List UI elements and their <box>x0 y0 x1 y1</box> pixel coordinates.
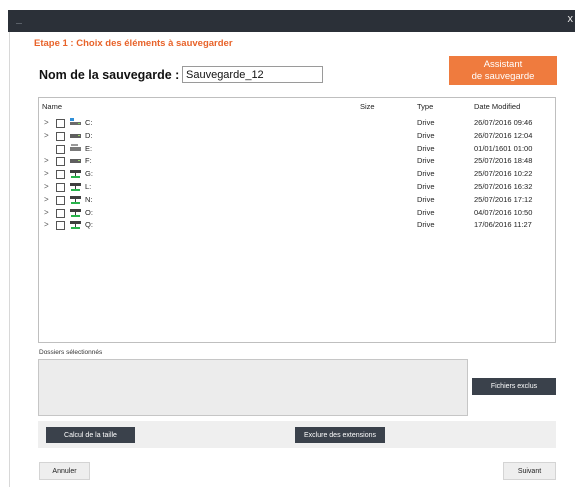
table-row[interactable]: > N: Drive 25/07/2016 17:12 <box>39 194 555 207</box>
expand-chevron-icon[interactable]: > <box>44 182 49 191</box>
table-row[interactable]: > D: Drive 26/07/2016 12:04 <box>39 130 555 143</box>
expand-chevron-icon[interactable]: > <box>44 131 49 140</box>
drive-name: G: <box>85 169 93 179</box>
network-drive-icon <box>70 208 81 219</box>
row-checkbox[interactable] <box>56 131 65 141</box>
row-checkbox[interactable] <box>56 183 65 192</box>
drive-name: L: <box>85 182 92 191</box>
drive-date-modified: 26/07/2016 12:04 <box>474 130 533 140</box>
titlebar-divider <box>16 23 22 24</box>
table-row[interactable]: > L: Drive 25/07/2016 16:32 <box>39 181 555 194</box>
drive-icon <box>70 131 81 141</box>
drive-date-modified: 01/01/1601 01:00 <box>474 143 533 153</box>
selected-folders-list[interactable] <box>38 359 468 416</box>
assistant-button-line2: de sauvegarde <box>471 70 535 82</box>
expand-chevron-icon[interactable]: > <box>44 169 49 178</box>
table-row[interactable]: E: Drive 01/01/1601 01:00 <box>39 143 555 156</box>
network-drive-icon <box>70 220 81 231</box>
exclude-extensions-button[interactable]: Exclure des extensions <box>295 427 385 443</box>
expand-chevron-icon[interactable]: > <box>44 118 49 127</box>
drive-name: E: <box>85 143 93 153</box>
selected-folders-label: Dossiers sélectionnés <box>39 349 103 356</box>
drive-date-modified: 26/07/2016 09:46 <box>474 118 533 127</box>
drive-type: Drive <box>417 182 435 191</box>
drive-icon <box>70 156 81 166</box>
drive-name: O: <box>85 207 93 217</box>
drive-name: C: <box>85 118 93 127</box>
row-checkbox[interactable] <box>56 144 65 154</box>
close-icon[interactable]: x <box>568 13 574 25</box>
system-drive-icon <box>70 118 81 128</box>
expand-chevron-icon[interactable]: > <box>44 195 49 204</box>
drive-date-modified: 25/07/2016 17:12 <box>474 194 533 204</box>
optical-drive-icon <box>70 143 81 154</box>
drive-type: Drive <box>417 118 435 127</box>
column-header-date[interactable]: Date Modified <box>474 102 520 111</box>
calculate-size-button[interactable]: Calcul de la taille <box>46 427 135 443</box>
window-titlebar: x <box>8 10 575 32</box>
column-header-name[interactable]: Name <box>42 102 62 111</box>
drive-type: Drive <box>417 156 435 166</box>
drive-name: N: <box>85 194 93 204</box>
step-title: Etape 1 : Choix des éléments à sauvegard… <box>34 38 233 49</box>
drive-date-modified: 04/07/2016 10:50 <box>474 207 533 217</box>
network-drive-icon <box>70 195 81 206</box>
drive-type: Drive <box>417 207 435 217</box>
column-header-size[interactable]: Size <box>360 102 375 111</box>
table-row[interactable]: > G: Drive 25/07/2016 10:22 <box>39 168 555 181</box>
cancel-button[interactable]: Annuler <box>39 462 90 480</box>
expand-chevron-icon[interactable]: > <box>44 220 49 229</box>
window-border <box>9 32 10 487</box>
row-checkbox[interactable] <box>56 170 65 180</box>
column-header-type[interactable]: Type <box>417 102 433 111</box>
row-checkbox[interactable] <box>56 119 65 128</box>
drive-type: Drive <box>417 143 435 153</box>
excluded-files-button[interactable]: Fichiers exclus <box>472 378 556 395</box>
network-drive-icon <box>70 182 81 193</box>
drive-type: Drive <box>417 130 435 140</box>
row-checkbox[interactable] <box>56 221 65 231</box>
expand-chevron-icon[interactable]: > <box>44 208 49 217</box>
assistant-button-line1: Assistant <box>483 58 523 70</box>
row-checkbox[interactable] <box>56 157 65 167</box>
drive-type: Drive <box>417 169 435 179</box>
table-row[interactable]: > O: Drive 04/07/2016 10:50 <box>39 207 555 220</box>
drive-date-modified: 17/06/2016 11:27 <box>474 220 532 230</box>
expand-chevron-icon[interactable]: > <box>44 156 49 165</box>
row-checkbox[interactable] <box>56 195 65 205</box>
drive-type: Drive <box>417 220 435 230</box>
row-checkbox[interactable] <box>56 208 65 218</box>
next-button[interactable]: Suivant <box>503 462 556 480</box>
drive-name: F: <box>85 156 92 166</box>
network-drive-icon <box>70 169 81 180</box>
drive-date-modified: 25/07/2016 18:48 <box>474 156 533 166</box>
file-tree-panel[interactable]: Name Size Type Date Modified > C: Drive 26/… <box>38 97 556 343</box>
drive-date-modified: 25/07/2016 16:32 <box>474 182 533 191</box>
drive-name: D: <box>85 130 93 140</box>
drive-name: Q: <box>85 220 93 230</box>
table-row[interactable]: > C: Drive 26/07/2016 09:46 <box>39 117 555 130</box>
drive-date-modified: 25/07/2016 10:22 <box>474 169 533 179</box>
backup-name-input[interactable] <box>182 66 323 83</box>
table-row[interactable]: > Q: Drive 17/06/2016 11:27 <box>39 219 555 232</box>
drive-type: Drive <box>417 194 435 204</box>
backup-assistant-button[interactable]: Assistant de sauvegarde <box>449 56 557 85</box>
backup-name-label: Nom de la sauvegarde : <box>39 68 180 82</box>
table-row[interactable]: > F: Drive 25/07/2016 18:48 <box>39 155 555 168</box>
